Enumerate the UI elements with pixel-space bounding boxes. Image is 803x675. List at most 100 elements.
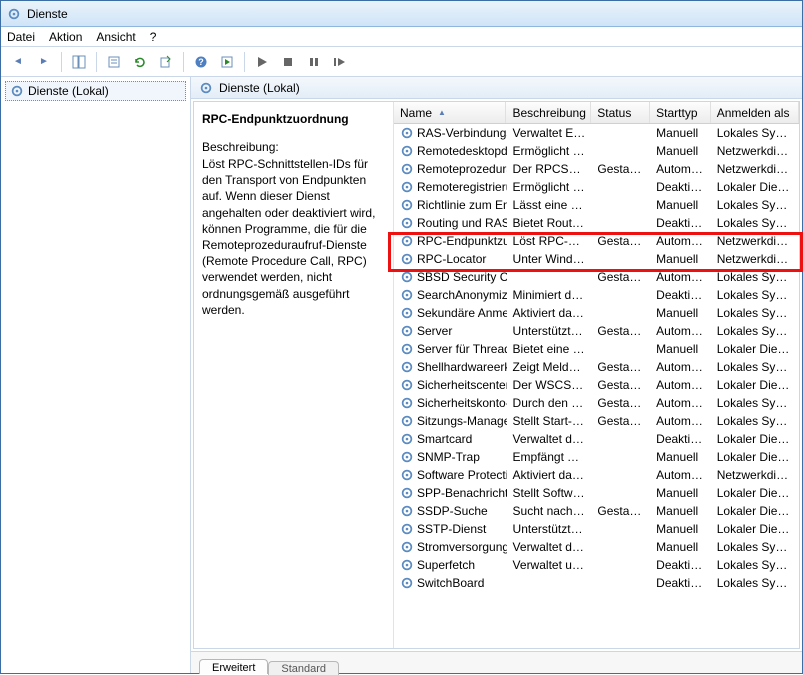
- service-description: Aktiviert das S...: [507, 306, 592, 320]
- menubar: Datei Aktion Ansicht ?: [1, 27, 802, 47]
- service-row[interactable]: Remotedesktopdi...Ermöglicht Be...Manuel…: [394, 142, 799, 160]
- service-description: Verwaltet die ...: [507, 540, 592, 554]
- service-row[interactable]: SuperfetchVerwaltet und ...Deaktivi...Lo…: [394, 556, 799, 574]
- services-window: Dienste Datei Aktion Ansicht ? ◄ ► ? Die…: [0, 0, 803, 674]
- service-description: Löst RPC-Sch...: [507, 234, 592, 248]
- service-row[interactable]: ServerUnterstützt Da...GestartetAutoma..…: [394, 322, 799, 340]
- menu-help[interactable]: ?: [150, 30, 157, 44]
- service-row[interactable]: RPC-Endpunktzuo...Löst RPC-Sch...Gestart…: [394, 232, 799, 250]
- service-name: Routing und RAS: [417, 216, 507, 230]
- tab-standard[interactable]: Standard: [268, 661, 339, 675]
- service-description: Ermöglicht Be...: [507, 144, 592, 158]
- service-rows: RAS-Verbindungs...Verwaltet Ein...Manuel…: [394, 124, 799, 648]
- service-row[interactable]: RAS-Verbindungs...Verwaltet Ein...Manuel…: [394, 124, 799, 142]
- menu-view[interactable]: Ansicht: [96, 30, 135, 44]
- service-row[interactable]: SPP-Benachrichti...Stellt Software...Man…: [394, 484, 799, 502]
- col-name[interactable]: Name▲: [394, 102, 506, 123]
- service-row[interactable]: SicherheitscenterDer WSCSVC-...Gestartet…: [394, 376, 799, 394]
- service-icon: [400, 252, 414, 266]
- service-row[interactable]: SBSD Security Cen...GestartetAutoma...Lo…: [394, 268, 799, 286]
- service-row[interactable]: Richtlinie zum Ent...Lässt eine Kon...Ma…: [394, 196, 799, 214]
- run-button[interactable]: [216, 51, 238, 73]
- service-icon: [400, 558, 414, 572]
- col-status[interactable]: Status: [591, 102, 650, 123]
- service-description: Empfängt Tra...: [507, 450, 592, 464]
- service-logon: Lokales System: [711, 414, 799, 428]
- properties-button[interactable]: [103, 51, 125, 73]
- service-icon: [400, 180, 414, 194]
- service-row[interactable]: SSDP-SucheSucht nach N...GestartetManuel…: [394, 502, 799, 520]
- service-logon: Lokales System: [711, 576, 799, 590]
- tab-extended[interactable]: Erweitert: [199, 659, 268, 674]
- service-status: Gestartet: [591, 360, 650, 374]
- service-row[interactable]: Shellhardwareerke...Zeigt Meldun...Gesta…: [394, 358, 799, 376]
- service-description: Verwaltet Ein...: [507, 126, 592, 140]
- service-icon: [400, 576, 414, 590]
- description-text: Löst RPC-Schnittstellen-IDs für den Tran…: [202, 156, 385, 318]
- col-description[interactable]: Beschreibung: [506, 102, 591, 123]
- service-description: Der WSCSVC-...: [507, 378, 592, 392]
- service-starttype: Manuell: [650, 450, 711, 464]
- service-name: SearchAnonymizer: [417, 288, 507, 302]
- service-logon: Lokales System: [711, 198, 799, 212]
- service-icon: [400, 486, 414, 500]
- service-starttype: Automa...: [650, 396, 711, 410]
- service-row[interactable]: Sicherheitskonto-...Durch den Sta...Gest…: [394, 394, 799, 412]
- menu-file[interactable]: Datei: [7, 30, 35, 44]
- service-name: Remoteregistrieru...: [417, 180, 507, 194]
- service-description: Zeigt Meldun...: [507, 360, 592, 374]
- separator: [96, 52, 97, 72]
- service-row[interactable]: SNMP-TrapEmpfängt Tra...ManuellLokaler D…: [394, 448, 799, 466]
- service-name: Remoteprozedura...: [417, 162, 507, 176]
- service-row[interactable]: Sekundäre Anmel...Aktiviert das S...Manu…: [394, 304, 799, 322]
- back-button[interactable]: ◄: [7, 51, 29, 73]
- export-button[interactable]: [155, 51, 177, 73]
- service-row[interactable]: StromversorgungVerwaltet die ...ManuellL…: [394, 538, 799, 556]
- service-name: Smartcard: [417, 432, 472, 446]
- menu-action[interactable]: Aktion: [49, 30, 82, 44]
- service-row[interactable]: SwitchBoardDeaktivi...Lokales System: [394, 574, 799, 592]
- refresh-button[interactable]: [129, 51, 151, 73]
- description-pane: RPC-Endpunktzuordnung Beschreibung: Löst…: [194, 102, 394, 648]
- start-service-button[interactable]: [251, 51, 273, 73]
- service-starttype: Manuell: [650, 522, 711, 536]
- service-name: Software Protection: [417, 468, 507, 482]
- nav-services-local[interactable]: Dienste (Lokal): [5, 81, 186, 101]
- service-name: SNMP-Trap: [417, 450, 480, 464]
- service-row[interactable]: Sitzungs-Manager...Stellt Start- un...Ge…: [394, 412, 799, 430]
- service-row[interactable]: RPC-LocatorUnter Window...ManuellNetzwer…: [394, 250, 799, 268]
- app-icon: [7, 7, 21, 21]
- service-description: Unter Window...: [507, 252, 592, 266]
- service-row[interactable]: Routing und RASBietet Routing...Deaktivi…: [394, 214, 799, 232]
- service-row[interactable]: Remoteprozedura...Der RPCSS-Di...Gestart…: [394, 160, 799, 178]
- col-starttype[interactable]: Starttyp: [650, 102, 711, 123]
- restart-service-button[interactable]: [329, 51, 351, 73]
- service-row[interactable]: SmartcardVerwaltet den ...Deaktivi...Lok…: [394, 430, 799, 448]
- service-icon: [400, 234, 414, 248]
- col-logon[interactable]: Anmelden als: [711, 102, 799, 123]
- service-description: Sucht nach N...: [507, 504, 592, 518]
- service-name: SwitchBoard: [417, 576, 484, 590]
- service-starttype: Manuell: [650, 126, 711, 140]
- service-row[interactable]: SearchAnonymizerMinimiert die ...Deaktiv…: [394, 286, 799, 304]
- service-logon: Lokales System: [711, 216, 799, 230]
- forward-button[interactable]: ►: [33, 51, 55, 73]
- titlebar[interactable]: Dienste: [1, 1, 802, 27]
- service-status: Gestartet: [591, 162, 650, 176]
- service-row[interactable]: Server für Threads...Bietet eine na...Ma…: [394, 340, 799, 358]
- service-icon: [400, 144, 414, 158]
- services-icon: [199, 81, 213, 95]
- pause-service-button[interactable]: [303, 51, 325, 73]
- service-logon: Lokales System: [711, 558, 799, 572]
- show-hide-tree-button[interactable]: [68, 51, 90, 73]
- service-starttype: Automa...: [650, 162, 711, 176]
- service-row[interactable]: Software ProtectionAktiviert das ...Auto…: [394, 466, 799, 484]
- service-logon: Lokaler Dienst: [711, 180, 799, 194]
- service-row[interactable]: Remoteregistrieru...Ermöglicht Re...Deak…: [394, 178, 799, 196]
- service-logon: Lokaler Dienst: [711, 504, 799, 518]
- service-starttype: Automa...: [650, 324, 711, 338]
- help-button[interactable]: ?: [190, 51, 212, 73]
- stop-service-button[interactable]: [277, 51, 299, 73]
- service-row[interactable]: SSTP-DienstUnterstützt SS...ManuellLokal…: [394, 520, 799, 538]
- service-name: Shellhardwareerke...: [417, 360, 507, 374]
